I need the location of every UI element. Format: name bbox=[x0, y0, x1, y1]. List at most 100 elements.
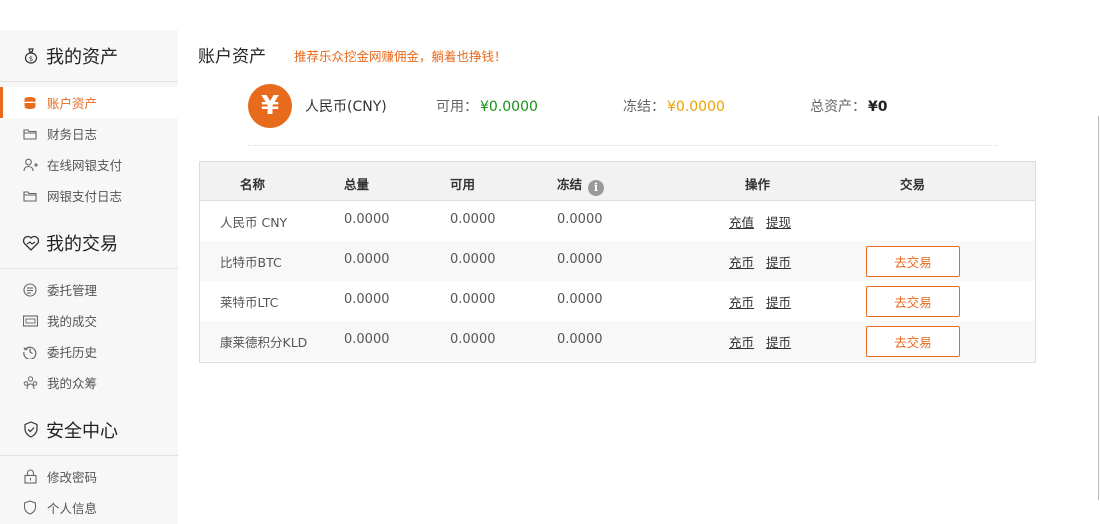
withdraw-link[interactable]: 提币 bbox=[766, 252, 791, 271]
cell-available: 0.0000 bbox=[450, 292, 496, 307]
sidebar-item-label: 个人信息 bbox=[47, 501, 98, 516]
sidebar: $ 我的资产 账户资产 财务日志 在线网银支付 网银支付日志 我的交易 委托管理… bbox=[0, 30, 178, 524]
frozen-value: ¥0.0000 bbox=[667, 99, 725, 115]
sidebar-item-finance-log[interactable]: 财务日志 bbox=[0, 118, 178, 149]
cell-frozen: 0.0000 bbox=[557, 212, 603, 227]
sidebar-item-my-crowdfunding[interactable]: 我的众筹 bbox=[0, 367, 178, 398]
user-add-icon bbox=[22, 157, 38, 173]
total-value: ¥0 bbox=[868, 99, 888, 115]
cell-total: 0.0000 bbox=[344, 252, 390, 267]
history-icon bbox=[22, 344, 38, 360]
section-title: 我的资产 bbox=[46, 46, 118, 68]
sidebar-item-change-password[interactable]: 修改密码 bbox=[0, 461, 178, 492]
deposit-link[interactable]: 充币 bbox=[729, 332, 754, 351]
currency-symbol: ¥ bbox=[260, 91, 280, 121]
sidebar-item-label: 委托历史 bbox=[47, 345, 98, 360]
cell-name: 比特币BTC bbox=[220, 255, 282, 270]
info-icon[interactable]: i bbox=[588, 179, 605, 196]
deposit-link[interactable]: 充值 bbox=[729, 212, 754, 231]
sidebar-item-label: 账户资产 bbox=[47, 96, 98, 111]
group-icon bbox=[22, 375, 38, 391]
sidebar-item-label: 我的成交 bbox=[47, 314, 98, 329]
page-title: 账户资产 bbox=[198, 47, 266, 67]
nav-trading: 委托管理 我的成交 委托历史 我的众筹 bbox=[0, 269, 178, 404]
yen-icon: ¥ bbox=[248, 84, 292, 128]
header-actions: 操作 bbox=[745, 177, 771, 192]
total-stat: 总资产： ¥0 bbox=[810, 96, 887, 116]
cell-frozen: 0.0000 bbox=[557, 332, 603, 347]
table-row: 莱特币LTC 0.0000 0.0000 0.0000 充币 提币 去交易 bbox=[200, 281, 1035, 321]
sidebar-item-label: 委托管理 bbox=[47, 283, 98, 298]
shield-icon bbox=[22, 500, 38, 516]
total-label: 总资产： bbox=[810, 99, 866, 115]
sidebar-item-label: 财务日志 bbox=[47, 127, 98, 142]
cell-total: 0.0000 bbox=[344, 292, 390, 307]
sidebar-item-label: 网银支付日志 bbox=[47, 189, 123, 204]
cell-name: 人民币 CNY bbox=[220, 215, 288, 230]
header-frozen-label: 冻结 bbox=[557, 177, 583, 192]
table-row: 康莱德积分KLD 0.0000 0.0000 0.0000 充币 提币 去交易 bbox=[200, 321, 1035, 361]
sidebar-item-label: 修改密码 bbox=[47, 470, 98, 485]
deposit-link[interactable]: 充币 bbox=[729, 252, 754, 271]
asset-summary: ¥ 人民币(CNY) 可用： ¥0.0000 冻结： ¥0.0000 总资产： ¥0 bbox=[248, 84, 998, 146]
available-value: ¥0.0000 bbox=[480, 99, 538, 115]
cell-name: 康莱德积分KLD bbox=[220, 335, 308, 350]
assets-table: 名称 总量 可用 冻结 i 操作 交易 人民币 CNY 0.0000 0.0000… bbox=[199, 161, 1036, 363]
currency-name: 人民币(CNY) bbox=[305, 99, 387, 115]
table-header: 名称 总量 可用 冻结 i 操作 交易 bbox=[200, 162, 1035, 201]
sidebar-item-label: 我的众筹 bbox=[47, 376, 98, 391]
trade-button[interactable]: 去交易 bbox=[866, 246, 960, 277]
sidebar-item-label: 在线网银支付 bbox=[47, 158, 123, 173]
sidebar-item-personal-info[interactable]: 个人信息 bbox=[0, 492, 178, 523]
svg-text:$: $ bbox=[29, 55, 33, 63]
cell-total: 0.0000 bbox=[344, 332, 390, 347]
sidebar-item-my-deals[interactable]: 我的成交 bbox=[0, 305, 178, 336]
sidebar-item-online-pay[interactable]: 在线网银支付 bbox=[0, 149, 178, 180]
nav-security: 修改密码 个人信息 bbox=[0, 456, 178, 524]
sidebar-item-online-pay-log[interactable]: 网银支付日志 bbox=[0, 180, 178, 211]
section-title: 我的交易 bbox=[46, 233, 118, 255]
withdraw-link[interactable]: 提币 bbox=[766, 292, 791, 311]
header-name: 名称 bbox=[240, 177, 266, 192]
section-header-trading: 我的交易 bbox=[0, 217, 178, 269]
table-row: 人民币 CNY 0.0000 0.0000 0.0000 充值 提现 bbox=[200, 201, 1035, 241]
table-row: 比特币BTC 0.0000 0.0000 0.0000 充币 提币 去交易 bbox=[200, 241, 1035, 281]
cell-available: 0.0000 bbox=[450, 212, 496, 227]
deposit-link[interactable]: 充币 bbox=[729, 292, 754, 311]
frozen-stat: 冻结： ¥0.0000 bbox=[623, 96, 725, 116]
available-stat: 可用： ¥0.0000 bbox=[436, 96, 538, 116]
nav-assets: 账户资产 财务日志 在线网银支付 网银支付日志 bbox=[0, 82, 178, 217]
header-total: 总量 bbox=[344, 177, 370, 192]
header-frozen: 冻结 i bbox=[557, 174, 605, 196]
cell-name: 莱特币LTC bbox=[220, 295, 279, 310]
coins-stack-icon bbox=[22, 95, 38, 111]
trade-button[interactable]: 去交易 bbox=[866, 326, 960, 357]
cell-frozen: 0.0000 bbox=[557, 252, 603, 267]
available-label: 可用： bbox=[436, 99, 478, 115]
sidebar-item-order-manage[interactable]: 委托管理 bbox=[0, 274, 178, 305]
frozen-label: 冻结： bbox=[623, 99, 665, 115]
promo-link[interactable]: 推荐乐众挖金网赚佣金，躺着也挣钱！ bbox=[294, 46, 507, 65]
section-title: 安全中心 bbox=[46, 420, 118, 442]
folder-icon bbox=[22, 188, 38, 204]
trade-button[interactable]: 去交易 bbox=[866, 286, 960, 317]
withdraw-link[interactable]: 提现 bbox=[766, 212, 791, 231]
folder-icon bbox=[22, 126, 38, 142]
sidebar-item-account-assets[interactable]: 账户资产 bbox=[0, 87, 178, 118]
lock-icon bbox=[22, 469, 38, 485]
cell-frozen: 0.0000 bbox=[557, 292, 603, 307]
shield-check-icon bbox=[22, 421, 40, 439]
header-trade: 交易 bbox=[900, 177, 926, 192]
withdraw-link[interactable]: 提币 bbox=[766, 332, 791, 351]
money-bag-icon: $ bbox=[22, 47, 40, 65]
sidebar-item-order-history[interactable]: 委托历史 bbox=[0, 336, 178, 367]
header-available: 可用 bbox=[450, 177, 476, 192]
card-icon bbox=[22, 313, 38, 329]
list-circle-icon bbox=[22, 282, 38, 298]
handshake-heart-icon bbox=[22, 234, 40, 252]
section-header-security: 安全中心 bbox=[0, 404, 178, 456]
cell-available: 0.0000 bbox=[450, 332, 496, 347]
cell-available: 0.0000 bbox=[450, 252, 496, 267]
section-header-assets: $ 我的资产 bbox=[0, 30, 178, 82]
cell-total: 0.0000 bbox=[344, 212, 390, 227]
